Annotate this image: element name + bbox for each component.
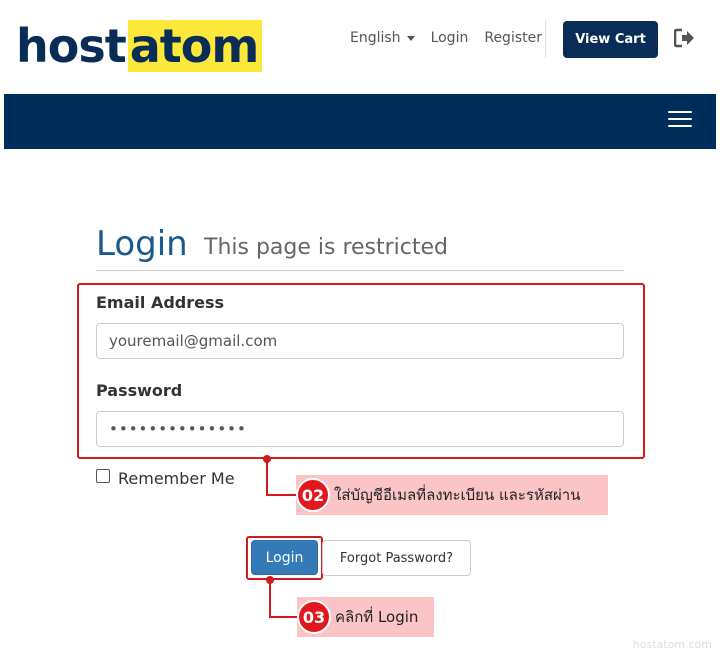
language-selector[interactable]: English	[350, 30, 415, 46]
hamburger-menu-icon[interactable]	[668, 111, 692, 129]
annotation-step-03: 03 คลิกที่ Login	[297, 597, 434, 637]
annotation-step-02: 02 ใส่บัญชีอีเมลที่ลงทะเบียน และรหัสผ่าน	[296, 475, 608, 515]
annotation-line	[266, 494, 298, 496]
nav-divider	[545, 20, 546, 58]
view-cart-button[interactable]: View Cart	[563, 21, 658, 58]
password-label: Password	[96, 381, 183, 400]
email-field[interactable]: youremail@gmail.com	[96, 323, 624, 359]
sign-out-icon[interactable]	[673, 28, 696, 48]
page-title: Login	[96, 224, 188, 264]
language-label: English	[350, 30, 401, 46]
hostatom-logo[interactable]: host atom	[16, 19, 263, 73]
password-field[interactable]: ••••••••••••••	[96, 411, 624, 447]
heading-divider	[96, 270, 624, 271]
forgot-password-button[interactable]: Forgot Password?	[322, 540, 471, 576]
main-navbar	[4, 94, 716, 149]
email-label: Email Address	[96, 293, 225, 312]
step-number-badge: 02	[296, 478, 330, 512]
top-navigation: English Login Register	[350, 30, 542, 46]
step-number-badge: 03	[297, 600, 331, 634]
register-link[interactable]: Register	[484, 30, 542, 46]
watermark: hostatom.com	[632, 638, 712, 651]
annotation-line	[266, 459, 268, 496]
login-button[interactable]: Login	[251, 540, 318, 575]
remember-me-label[interactable]: Remember Me	[118, 469, 235, 488]
annotation-text: ใส่บัญชีอีเมลที่ลงทะเบียน และรหัสผ่าน	[334, 486, 581, 504]
logo-text-atom: atom	[127, 20, 263, 72]
logo-text-host: host	[16, 19, 127, 73]
annotation-line	[269, 580, 271, 618]
page-subtitle: This page is restricted	[204, 235, 449, 260]
annotation-text: คลิกที่ Login	[335, 608, 419, 626]
remember-me-checkbox[interactable]	[96, 469, 110, 483]
login-link[interactable]: Login	[431, 30, 469, 46]
caret-down-icon	[406, 35, 415, 41]
annotation-line	[269, 616, 299, 618]
